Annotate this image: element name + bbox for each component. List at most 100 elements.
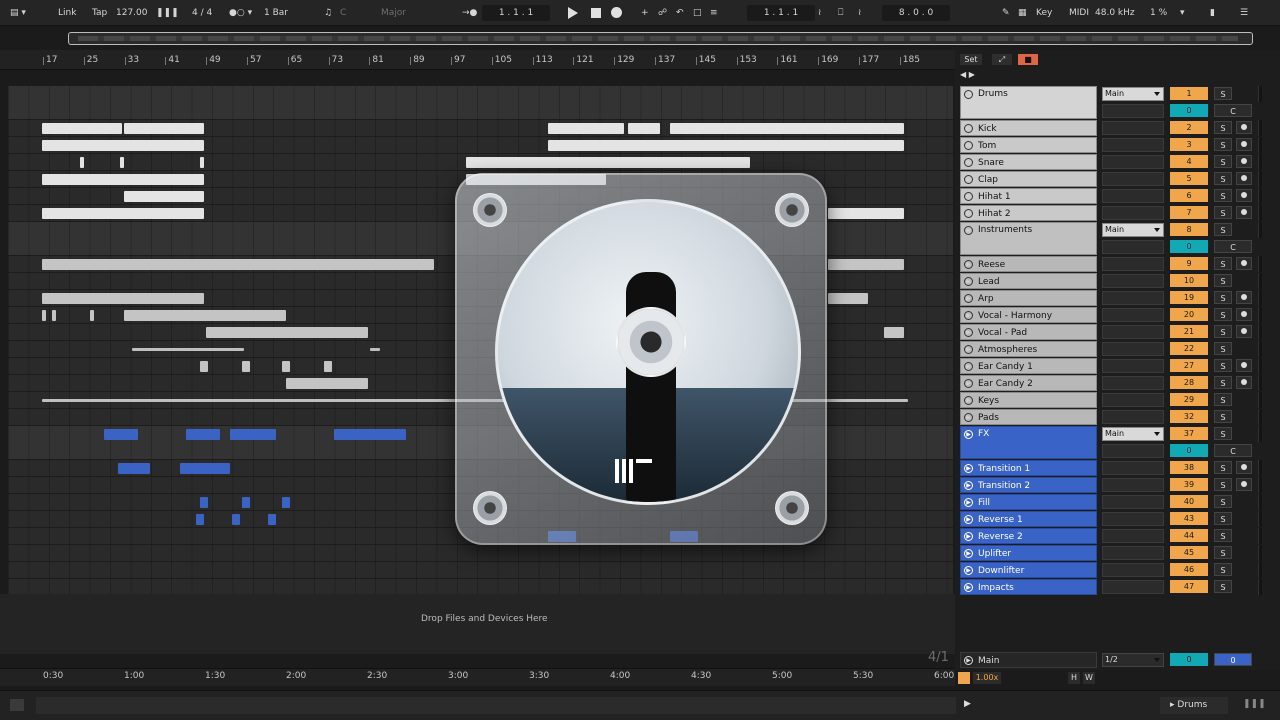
- monitor-icon[interactable]: [1236, 189, 1252, 202]
- track-name[interactable]: Arp: [960, 290, 1097, 306]
- clip[interactable]: [286, 378, 368, 389]
- solo-button[interactable]: S: [1214, 529, 1232, 542]
- send-value[interactable]: 0: [1170, 104, 1208, 117]
- track-hihat-2[interactable]: Hihat 2 ▶ 7 S: [958, 205, 1278, 222]
- group-fold-icon[interactable]: ▶: [964, 430, 973, 439]
- clip-slot[interactable]: [1102, 274, 1164, 288]
- clip[interactable]: [232, 514, 240, 525]
- track-activator-icon[interactable]: ▶: [964, 209, 973, 218]
- track-activator-icon[interactable]: ▶: [964, 294, 973, 303]
- lock-icon[interactable]: ■: [1018, 54, 1038, 65]
- solo-button[interactable]: S: [1214, 189, 1232, 202]
- track-number[interactable]: 38: [1170, 461, 1208, 474]
- track-number[interactable]: 45: [1170, 546, 1208, 559]
- arrangement-overview[interactable]: [8, 30, 1253, 46]
- main-value-b[interactable]: 0: [1214, 653, 1252, 666]
- solo-button[interactable]: S: [1214, 359, 1232, 372]
- draw-mode-icon[interactable]: ✎: [1002, 5, 1010, 21]
- clip-slot[interactable]: [1102, 325, 1164, 339]
- h-button[interactable]: H: [1068, 672, 1080, 684]
- track-name[interactable]: Transition 1: [960, 460, 1097, 476]
- clip-slot[interactable]: [1102, 291, 1164, 305]
- track-number[interactable]: 46: [1170, 563, 1208, 576]
- track-reverse-1[interactable]: Reverse 1 ▶ 43 S: [958, 511, 1278, 528]
- track-name[interactable]: Ear Candy 1: [960, 358, 1097, 374]
- solo-button[interactable]: S: [1214, 291, 1232, 304]
- signature-field[interactable]: 4 / 4: [192, 5, 212, 21]
- clip[interactable]: [180, 463, 230, 474]
- track-activator-icon[interactable]: ▶: [964, 515, 973, 524]
- cpu-menu-icon[interactable]: ▾: [1180, 5, 1185, 21]
- track-activator-icon[interactable]: ▶: [964, 328, 973, 337]
- monitor-icon[interactable]: [1236, 461, 1252, 474]
- solo-button[interactable]: S: [1214, 206, 1232, 219]
- track-name[interactable]: Atmospheres: [960, 341, 1097, 357]
- time-ruler[interactable]: 0:30 1:00 1:30 2:00 2:30 3:00 3:30 4:00 4:30 5:00…: [0, 668, 955, 686]
- track-number[interactable]: 7: [1170, 206, 1208, 219]
- clip[interactable]: [124, 123, 204, 134]
- link-button[interactable]: Link: [58, 5, 76, 21]
- track-ear-candy-2[interactable]: Ear Candy 2 ▶ 28 S: [958, 375, 1278, 392]
- group-track-instruments[interactable]: Instruments ▶ Main 0 C 8 S: [958, 222, 1278, 255]
- track-activator-icon[interactable]: ▶: [964, 396, 973, 405]
- track-activator-icon[interactable]: ▶: [964, 498, 973, 507]
- track-activator-icon[interactable]: ▶: [964, 464, 973, 473]
- track-number[interactable]: 6: [1170, 189, 1208, 202]
- solo-button[interactable]: S: [1214, 546, 1232, 559]
- status-toggle-icon[interactable]: [10, 699, 24, 711]
- track-lead[interactable]: Lead ▶ 10 S: [958, 273, 1278, 290]
- automation-arm-icon[interactable]: ☍: [658, 5, 667, 21]
- track-fill[interactable]: Fill ▶ 40 S: [958, 494, 1278, 511]
- loop-length-field[interactable]: 8 . 0 . 0: [882, 5, 950, 21]
- monitor-icon[interactable]: [1236, 291, 1252, 304]
- pan-center-button[interactable]: C: [1214, 104, 1252, 117]
- set-button[interactable]: Set: [960, 54, 982, 65]
- clip-slot[interactable]: [1102, 393, 1164, 407]
- clip[interactable]: [628, 123, 660, 134]
- track-vocal-harmony[interactable]: Vocal - Harmony ▶ 20 S: [958, 307, 1278, 324]
- clip-slot[interactable]: [1102, 189, 1164, 203]
- capture-icon[interactable]: ≡: [710, 5, 718, 21]
- track-number[interactable]: 5: [1170, 172, 1208, 185]
- pan-center-button[interactable]: C: [1214, 240, 1252, 253]
- clip-slot[interactable]: [1102, 257, 1164, 271]
- monitor-icon[interactable]: [1236, 308, 1252, 321]
- arrangement-lane[interactable]: [8, 545, 953, 562]
- output-routing-select[interactable]: Main: [1102, 87, 1164, 101]
- clip-slot[interactable]: [1102, 206, 1164, 220]
- selected-track-label[interactable]: ▸ Drums: [1160, 697, 1228, 714]
- clip[interactable]: [42, 174, 204, 185]
- track-number[interactable]: 22: [1170, 342, 1208, 355]
- monitor-icon[interactable]: [1236, 359, 1252, 372]
- clip-slot[interactable]: [1102, 138, 1164, 152]
- solo-button[interactable]: S: [1214, 87, 1232, 100]
- track-name[interactable]: Instruments: [960, 222, 1097, 255]
- arrangement-lane[interactable]: [8, 562, 953, 579]
- track-tom[interactable]: Tom ▶ 3 S: [958, 137, 1278, 154]
- clip[interactable]: [90, 310, 94, 321]
- main-value-a[interactable]: 0: [1170, 653, 1208, 666]
- clip-slot[interactable]: [1102, 172, 1164, 186]
- clip[interactable]: [42, 259, 434, 270]
- clip[interactable]: [52, 310, 56, 321]
- track-activator-icon[interactable]: ▶: [964, 583, 973, 592]
- track-downlifter[interactable]: Downlifter ▶ 46 S: [958, 562, 1278, 579]
- clip-slot[interactable]: [1102, 155, 1164, 169]
- stop-button[interactable]: [591, 8, 601, 24]
- track-name[interactable]: Transition 2: [960, 477, 1097, 493]
- track-name[interactable]: Reese: [960, 256, 1097, 272]
- clip-slot[interactable]: [1102, 563, 1164, 577]
- solo-button[interactable]: S: [1214, 410, 1232, 423]
- track-name[interactable]: Ear Candy 2: [960, 375, 1097, 391]
- track-vocal-pad[interactable]: Vocal - Pad ▶ 21 S: [958, 324, 1278, 341]
- scale-select[interactable]: Major: [381, 5, 406, 21]
- track-activator-icon[interactable]: ▶: [964, 175, 973, 184]
- track-snare[interactable]: Snare ▶ 4 S: [958, 154, 1278, 171]
- track-name[interactable]: Lead: [960, 273, 1097, 289]
- follow-icon[interactable]: →●: [462, 5, 477, 21]
- solo-button[interactable]: S: [1214, 172, 1232, 185]
- solo-button[interactable]: S: [1214, 325, 1232, 338]
- clip-slot[interactable]: [1102, 410, 1164, 424]
- key-map-button[interactable]: Key: [1036, 5, 1052, 21]
- track-number[interactable]: 47: [1170, 580, 1208, 593]
